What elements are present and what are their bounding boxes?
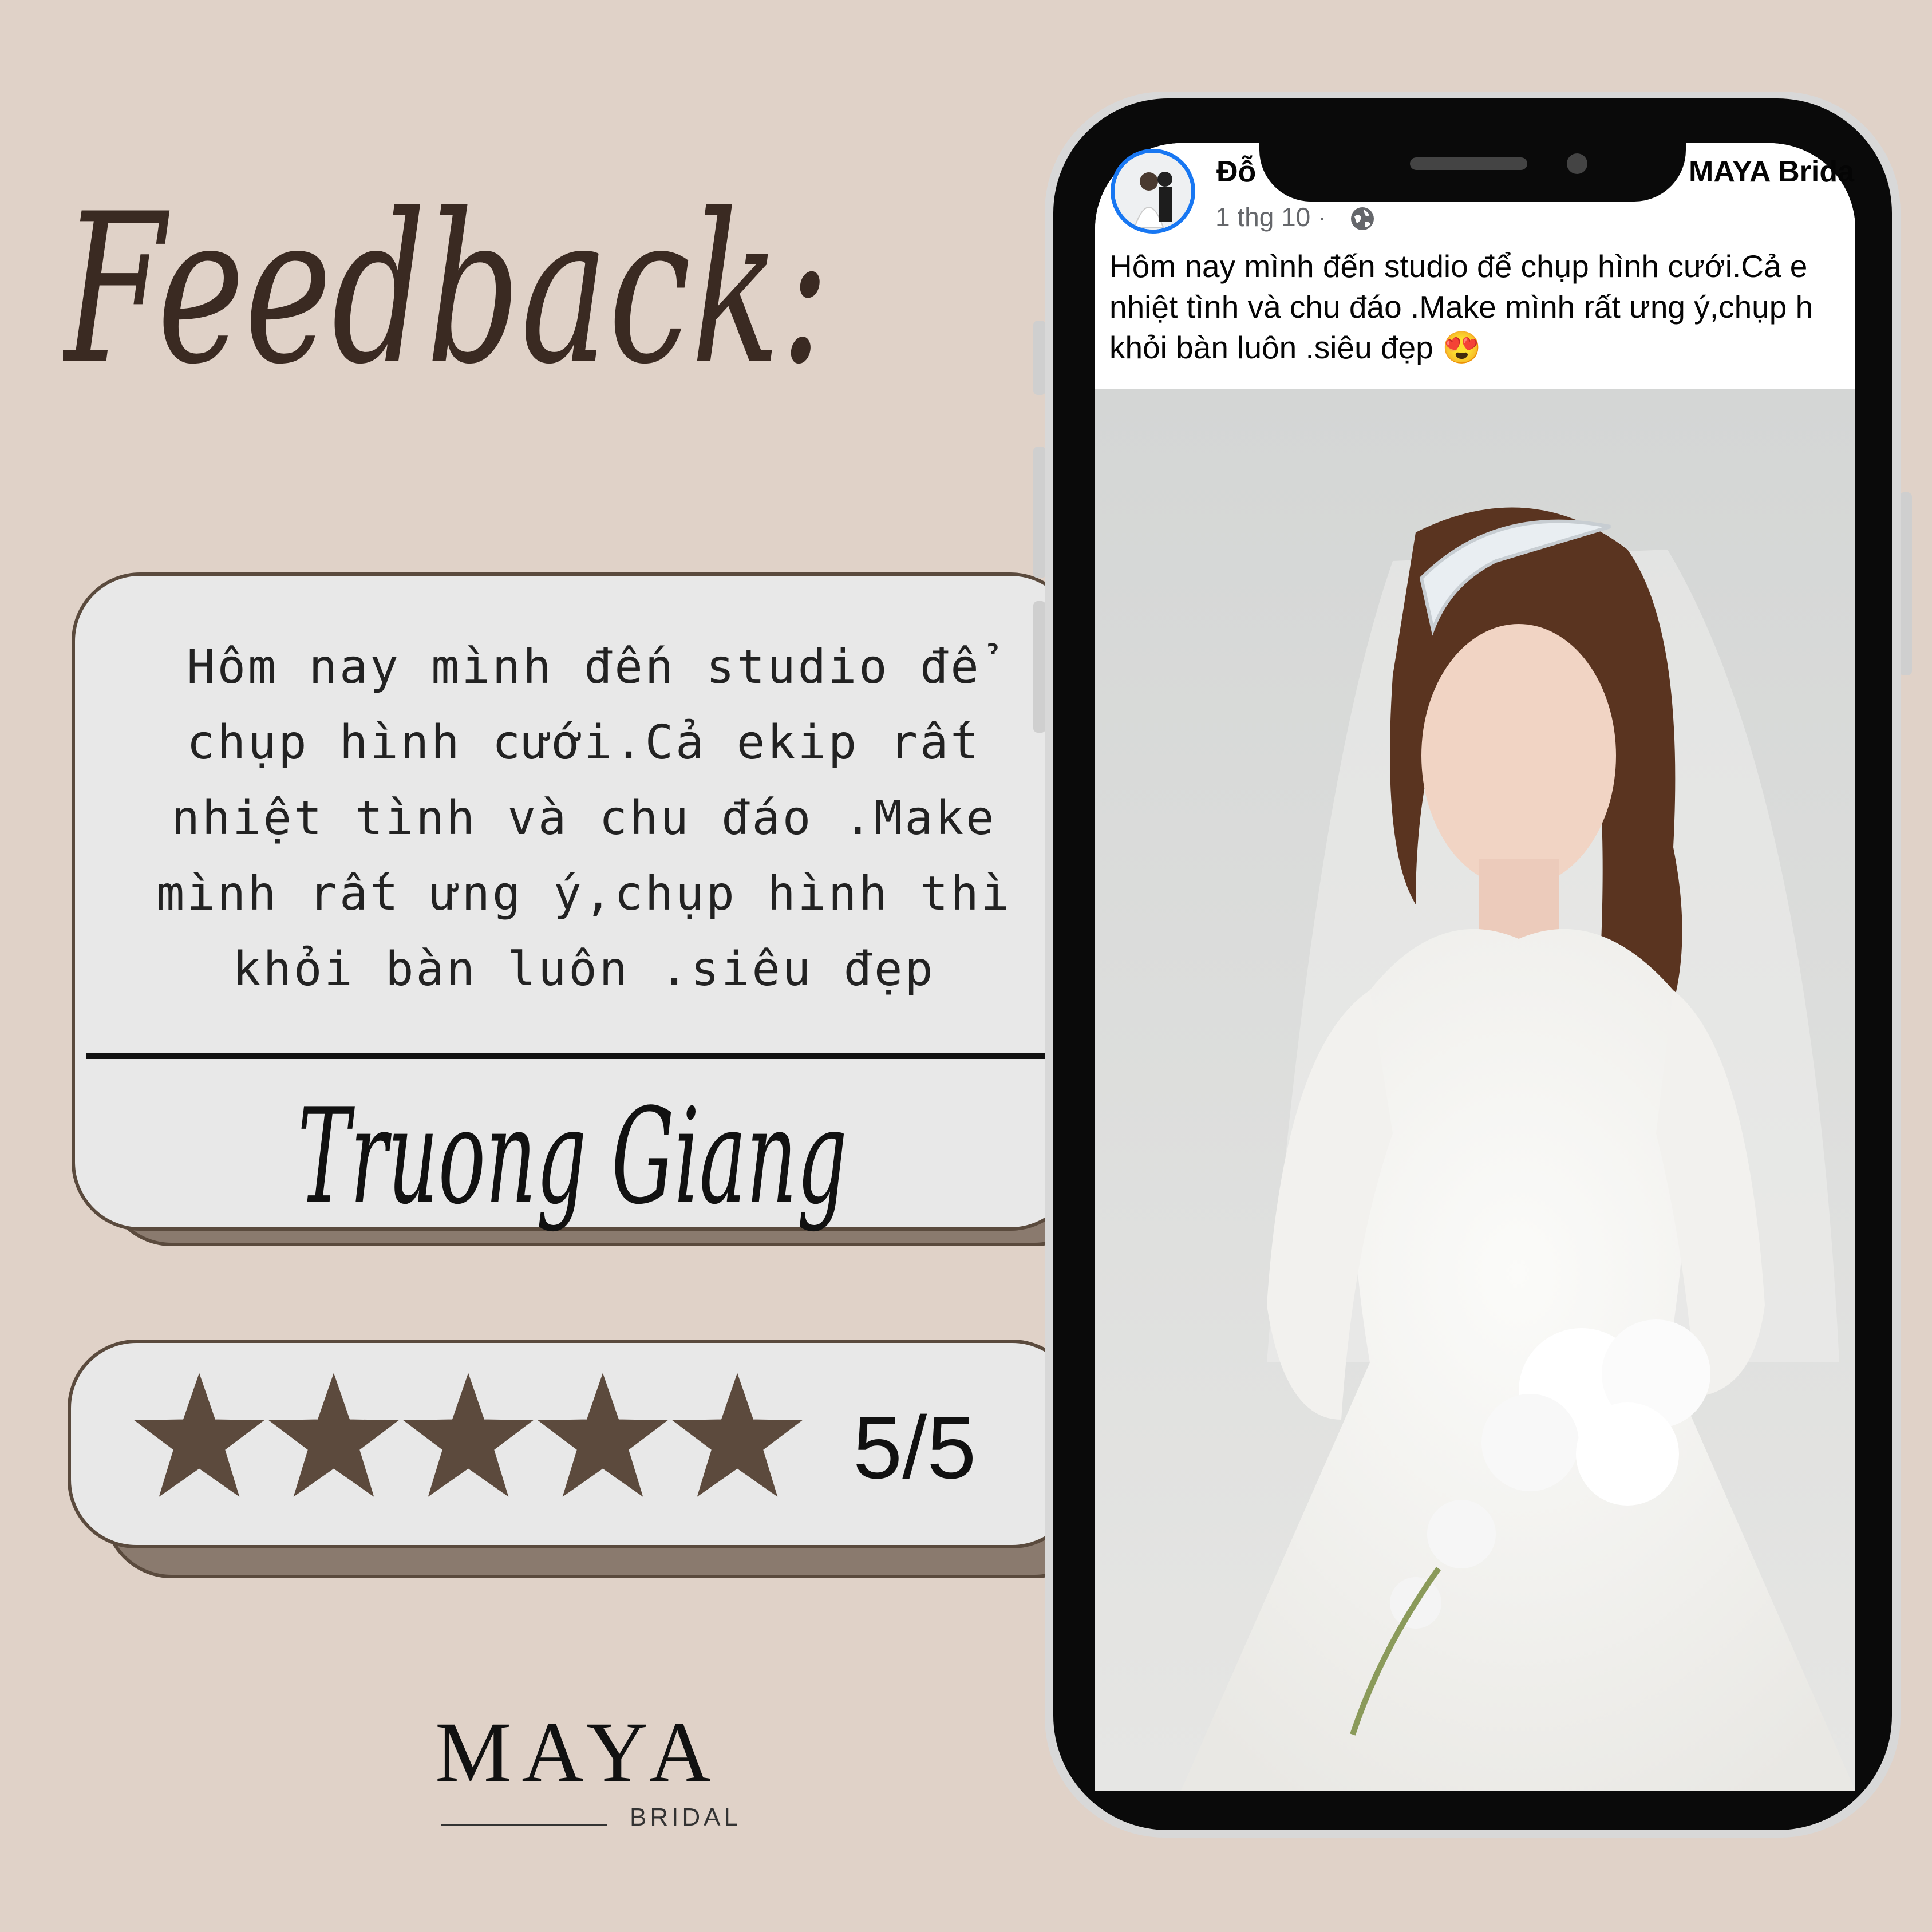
post-page-name[interactable]: MAYA Brida <box>1689 155 1854 189</box>
star-icon <box>538 1373 668 1497</box>
reviewer-signature: Truong Giang <box>298 1081 847 1234</box>
rating-stars <box>134 1373 803 1497</box>
avatar-image <box>1115 153 1191 230</box>
post-text: Hôm nay mình đến studio để chụp hình cướ… <box>1109 246 1855 372</box>
post-text-line: Hôm nay mình đến studio để chụp hình cướ… <box>1109 248 1808 284</box>
star-icon <box>134 1373 264 1497</box>
profile-avatar[interactable] <box>1111 149 1195 234</box>
post-author[interactable]: Đỗ <box>1216 155 1256 189</box>
post-photo <box>1095 389 1855 1791</box>
brand-logo: MAYA <box>435 1705 721 1800</box>
brand-logo-sub: BRIDAL <box>630 1803 741 1831</box>
phone-speaker <box>1410 157 1527 170</box>
post-text-line: khỏi bàn luôn .siêu đẹp 😍 <box>1109 330 1481 365</box>
phone-side-button <box>1033 447 1046 578</box>
phone-side-button <box>1899 492 1912 675</box>
brand-logo-line <box>441 1824 607 1826</box>
phone-camera <box>1567 153 1587 174</box>
phone-notch <box>1259 98 1686 202</box>
phone-side-button <box>1033 321 1046 395</box>
bride-face <box>1421 624 1616 887</box>
feedback-title-text: Feedback: <box>63 169 830 409</box>
reviewer-name: Truong Giang <box>298 1081 847 1234</box>
review-text: Hôm nay mình đến studio để chụp hình cướ… <box>156 640 1012 997</box>
phone-side-button <box>1033 601 1046 733</box>
star-icon <box>268 1373 399 1497</box>
star-icon <box>672 1373 803 1497</box>
rating-score: 5/5 <box>853 1398 977 1497</box>
star-icon <box>403 1373 534 1497</box>
post-date[interactable]: 1 thg 10 · <box>1215 202 1326 232</box>
feedback-title: Feedback: <box>63 169 830 409</box>
post-text-line: nhiệt tình và chu đáo .Make mình rất ưng… <box>1109 289 1814 325</box>
globe-icon <box>1351 207 1374 230</box>
